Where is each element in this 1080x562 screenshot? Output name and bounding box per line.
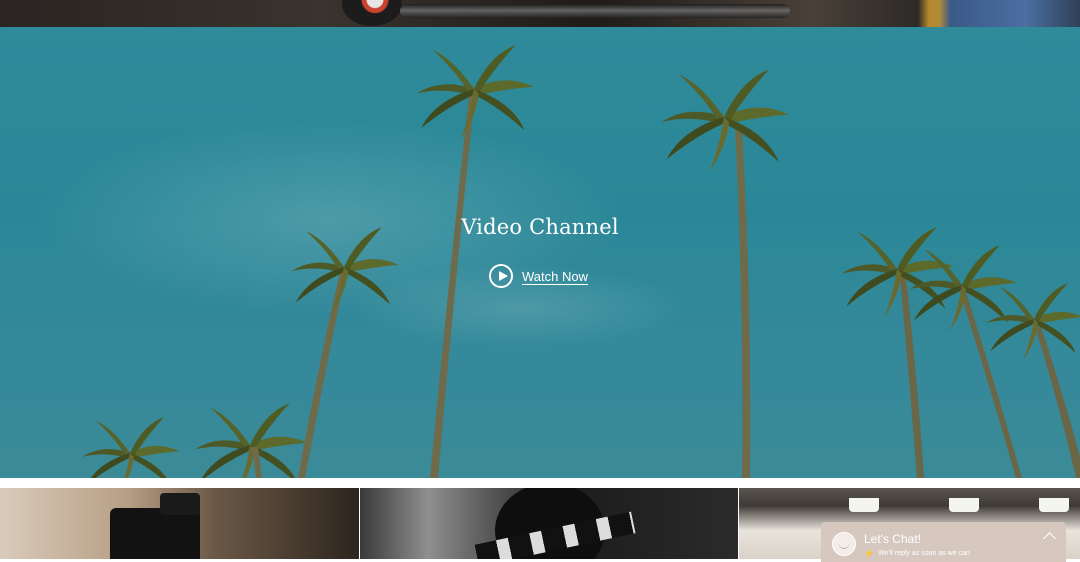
video-channel-hero: Video Channel Watch Now: [0, 27, 1080, 478]
hero-title: Video Channel: [461, 215, 619, 239]
top-section-image: [0, 0, 1080, 27]
microphone-image-part: [342, 0, 402, 26]
gallery-tile-clapperboard[interactable]: [360, 488, 738, 559]
watch-now-link[interactable]: Watch Now: [489, 262, 588, 290]
chevron-up-icon[interactable]: [1043, 532, 1056, 545]
studio-lamp-image-part: [849, 498, 879, 512]
microphone-stand-image-part: [400, 4, 790, 18]
watch-now-label[interactable]: Watch Now: [522, 269, 588, 284]
gallery-tile-camera[interactable]: [0, 488, 359, 559]
camera-image-part: [160, 493, 200, 515]
chat-widget[interactable]: Let's Chat! ⚡ We'll reply as soon as we …: [821, 522, 1066, 562]
camera-image-part: [110, 508, 200, 559]
studio-lamp-image-part: [949, 498, 979, 512]
chat-title: Let's Chat!: [864, 532, 921, 546]
play-circle-icon[interactable]: [489, 264, 513, 288]
chat-avatar-icon: [832, 532, 856, 556]
chat-subtitle-row: ⚡ We'll reply as soon as we can: [864, 549, 970, 558]
bolt-icon: ⚡: [864, 549, 874, 558]
studio-lamp-image-part: [1039, 498, 1069, 512]
chat-subtitle: We'll reply as soon as we can: [877, 550, 970, 557]
palm-trees-illustration: [82, 45, 1080, 478]
